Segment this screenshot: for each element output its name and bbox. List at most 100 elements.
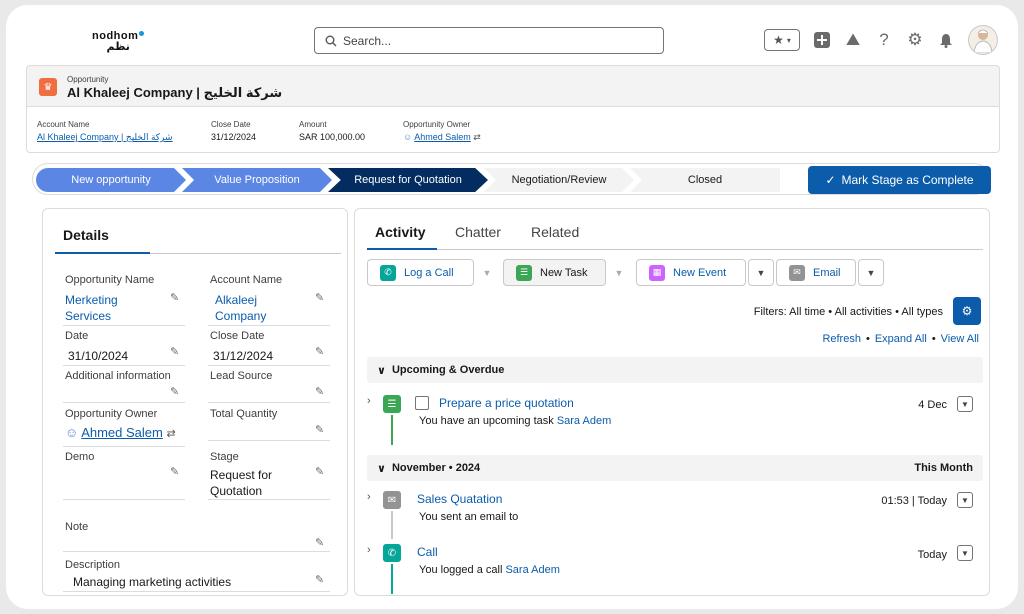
field-label: Opportunity Owner <box>65 408 158 420</box>
global-add-button[interactable] <box>813 31 831 49</box>
pencil-icon[interactable]: ✎ <box>315 385 324 398</box>
tab-active-indicator <box>55 252 150 254</box>
call-menu-button[interactable]: ▼ <box>957 545 973 561</box>
filter-settings-button[interactable]: ⚙ <box>953 297 981 325</box>
field-underline <box>208 325 330 326</box>
pencil-icon[interactable]: ✎ <box>315 291 324 304</box>
tab-related[interactable]: Related <box>531 224 579 240</box>
email-menu-button[interactable]: ▼ <box>957 492 973 508</box>
path-stage-1[interactable]: New opportunity <box>36 168 186 192</box>
filters-text: Filters: All time • All activities • All… <box>753 306 943 318</box>
stage-label: Value Proposition <box>214 174 300 186</box>
record-title: Al Khaleej Company | شركة الخليج <box>67 85 283 100</box>
call-title-link[interactable]: Call <box>417 545 438 559</box>
highlights-panel: Account Name Al Khaleej Company | شركة ا… <box>26 107 1000 153</box>
field-underline <box>63 446 185 447</box>
opportunity-name-value[interactable]: Merketing Services <box>65 292 145 324</box>
pencil-icon[interactable]: ✎ <box>315 423 324 436</box>
email-dropdown[interactable]: ▼ <box>858 259 884 286</box>
pencil-icon[interactable]: ✎ <box>315 345 324 358</box>
date-value: 31/10/2024 <box>68 349 129 363</box>
path-stage-current[interactable]: Request for Quotation <box>328 168 488 192</box>
assignee-link[interactable]: Sara Adem <box>557 415 611 427</box>
expand-chevron-icon[interactable]: › <box>367 395 371 407</box>
tab-details[interactable]: Details <box>63 227 109 243</box>
highlight-amount: Amount SAR 100,000.00 <box>299 120 365 142</box>
email-title-link[interactable]: Sales Quatation <box>417 492 502 506</box>
setup-button[interactable]: ⚙ <box>906 30 924 49</box>
pencil-icon[interactable]: ✎ <box>315 573 324 586</box>
tab-activity[interactable]: Activity <box>375 224 426 240</box>
expand-chevron-icon[interactable]: › <box>367 491 371 503</box>
field-underline <box>208 440 330 441</box>
pencil-icon[interactable]: ✎ <box>315 536 324 549</box>
timeline-line <box>391 511 393 539</box>
caller-link[interactable]: Sara Adem <box>505 564 559 576</box>
field-label: Demo <box>65 451 95 463</box>
user-avatar[interactable] <box>968 25 998 55</box>
user-icon: ☺ <box>403 132 413 142</box>
pencil-icon[interactable]: ✎ <box>315 465 324 478</box>
pencil-icon[interactable]: ✎ <box>170 345 179 358</box>
button-label: Email <box>813 266 841 279</box>
global-search[interactable]: Search... <box>314 27 664 54</box>
task-menu-button[interactable]: ▼ <box>957 396 973 412</box>
new-event-dropdown[interactable]: ▼ <box>748 259 774 286</box>
call-desc: You logged a call Sara Adem <box>419 564 560 576</box>
new-task-button[interactable]: ☰ New Task <box>503 259 606 286</box>
path-stage-5[interactable]: Closed <box>630 168 780 192</box>
phone-icon: ✆ <box>380 264 396 281</box>
account-link[interactable]: Al Khaleej Company | شركة الخليج <box>37 132 173 143</box>
owner-link[interactable]: Ahmed Salem <box>414 132 471 142</box>
notifications-button[interactable] <box>937 31 955 49</box>
email-button[interactable]: ✉ Email <box>776 259 856 286</box>
tab-chatter[interactable]: Chatter <box>455 224 501 240</box>
highlight-value: SAR 100,000.00 <box>299 132 366 142</box>
task-checkbox[interactable] <box>415 396 429 410</box>
favorites-button[interactable]: ★ ▾ <box>764 29 800 51</box>
log-call-button[interactable]: ✆ Log a Call <box>367 259 474 286</box>
change-owner-icon[interactable]: ⇄ <box>166 428 175 440</box>
field-underline <box>63 499 185 500</box>
change-owner-icon[interactable]: ⇄ <box>473 132 481 142</box>
logo-text-arabic: نظم <box>106 41 130 53</box>
chevron-down-icon: ▼ <box>614 267 624 278</box>
path-stage-2[interactable]: Value Proposition <box>182 168 332 192</box>
calendar-icon: ▦ <box>649 264 665 281</box>
field-underline <box>208 402 330 403</box>
account-name-value[interactable]: Alkaleej Company <box>215 292 295 324</box>
field-underline <box>208 499 330 500</box>
log-call-dropdown[interactable]: ▼ <box>474 259 500 286</box>
upcoming-section-header[interactable]: ∨ Upcoming & Overdue <box>367 357 983 383</box>
user-icon: ☺ <box>65 425 79 440</box>
field-label: Total Quantity <box>210 408 278 420</box>
expand-all-link[interactable]: Expand All <box>875 333 927 345</box>
task-title-link[interactable]: Prepare a price quotation <box>439 396 574 410</box>
path-stage-4[interactable]: Negotiation/Review <box>484 168 634 192</box>
mark-stage-complete-button[interactable]: ✓ Mark Stage as Complete <box>808 166 991 194</box>
separator: • <box>865 333 870 345</box>
refresh-link[interactable]: Refresh <box>822 333 861 345</box>
new-event-button[interactable]: ▦ New Event <box>636 259 746 286</box>
expand-chevron-icon[interactable]: › <box>367 544 371 556</box>
chevron-down-icon: ∨ <box>377 364 386 377</box>
field-label: Date <box>65 330 89 342</box>
app-frame: nodhom نظم Search... ★ ▾ ⛰ ? ⚙ ♛ Opportun… <box>6 5 1018 609</box>
pencil-icon[interactable]: ✎ <box>170 291 179 304</box>
view-all-link[interactable]: View All <box>941 333 979 345</box>
record-header: ♛ Opportunity Al Khaleej Company | شركة … <box>26 65 1000 107</box>
activity-card: Activity Chatter Related ✆ Log a Call ▼ ☰… <box>354 208 990 596</box>
help-button[interactable]: ? <box>875 30 893 49</box>
field-underline <box>63 402 185 403</box>
month-section-header[interactable]: ∨ November • 2024 This Month <box>367 455 983 481</box>
pencil-icon[interactable]: ✎ <box>170 465 179 478</box>
owner-link[interactable]: Ahmed Salem <box>81 425 163 440</box>
app-logo[interactable]: nodhom نظم <box>92 31 145 53</box>
new-task-dropdown[interactable]: ▼ <box>606 259 632 286</box>
pencil-icon[interactable]: ✎ <box>170 385 179 398</box>
field-label: Lead Source <box>210 370 273 382</box>
highlight-close-date: Close Date 31/12/2024 <box>211 120 256 142</box>
field-label: Note <box>65 521 89 533</box>
trailhead-button[interactable]: ⛰ <box>844 30 862 49</box>
chevron-down-icon: ▼ <box>961 548 969 558</box>
